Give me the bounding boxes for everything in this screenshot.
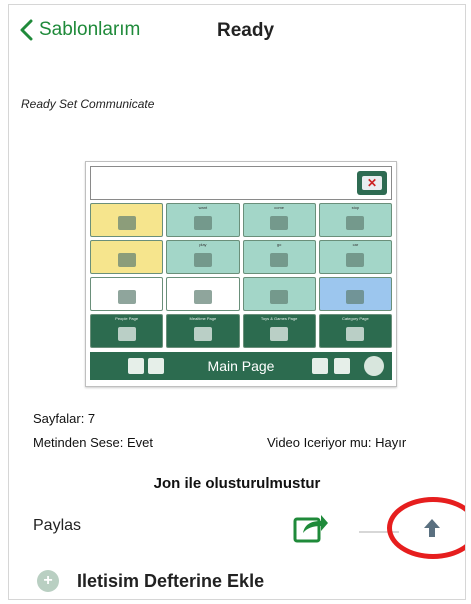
symbol-cell: stop <box>318 203 392 237</box>
symbol-cell: Category Page <box>318 314 392 348</box>
message-bar: ✕ <box>90 166 392 200</box>
clear-icon: ✕ <box>357 171 387 195</box>
back-button[interactable]: Sablonlarım <box>19 19 140 41</box>
plus-circle-icon: + <box>37 570 59 592</box>
share-icon[interactable] <box>293 511 329 543</box>
symbol-picture <box>117 327 136 341</box>
symbol-picture <box>193 290 212 304</box>
symbol-picture <box>270 253 289 267</box>
symbol-grid: want come stop play go car People Page Mealtime… <box>90 200 392 352</box>
book-icon <box>334 358 350 374</box>
symbol-cell <box>90 240 164 274</box>
symbol-cell-label: stop <box>351 205 360 210</box>
next-page-icon <box>364 356 384 376</box>
symbol-cell: come <box>242 203 316 237</box>
symbol-cell <box>90 203 164 237</box>
symbol-cell-label: want <box>198 205 208 210</box>
symbol-picture <box>117 290 136 304</box>
highlight-circle <box>387 497 465 559</box>
symbol-cell-label: play <box>199 242 207 247</box>
preview-bottom-bar: Main Page <box>90 352 392 380</box>
symbol-cell-label: People Page <box>115 316 139 321</box>
symbol-picture <box>346 327 365 341</box>
symbol-picture <box>346 216 365 230</box>
created-by: Jon ile olusturulmustur <box>153 475 321 492</box>
symbol-picture <box>270 327 289 341</box>
symbol-picture <box>193 327 212 341</box>
symbol-cell <box>166 277 240 311</box>
symbol-picture <box>346 253 365 267</box>
pages-count: Sayfalar: 7 <box>33 411 96 426</box>
app-screen: Sablonlarım Ready Ready Set Communicate … <box>8 4 466 600</box>
symbol-cell: want <box>166 203 240 237</box>
symbol-cell: People Page <box>90 314 164 348</box>
symbol-picture <box>270 290 289 304</box>
symbol-cell: Toys & Games Page <box>242 314 316 348</box>
add-to-communication-book-button[interactable]: + Iletisim Defterine Ekle <box>37 570 264 592</box>
symbol-picture <box>270 216 289 230</box>
symbol-picture <box>117 253 136 267</box>
symbol-cell: play <box>166 240 240 274</box>
symbol-cell: car <box>318 240 392 274</box>
symbol-picture <box>117 216 136 230</box>
symbol-cell: go <box>242 240 316 274</box>
symbol-picture <box>193 253 212 267</box>
template-preview: ✕ want come stop play go car People Page Mealti… <box>85 161 397 387</box>
template-subtitle: Ready Set Communicate <box>21 97 155 111</box>
symbol-cell-label: go <box>276 242 282 247</box>
symbol-cell <box>318 277 392 311</box>
symbol-cell-label: Category Page <box>342 316 369 321</box>
share-label: Paylas <box>33 517 82 534</box>
video-info: Video Iceriyor mu: Hayır <box>267 435 407 450</box>
symbol-cell-label: Mealtime Page <box>189 316 217 321</box>
symbol-cell <box>90 277 164 311</box>
symbol-cell <box>242 277 316 311</box>
keyboard-icon <box>312 358 328 374</box>
tts-info: Metinden Sese: Evet <box>33 435 153 450</box>
add-label: Iletisim Defterine Ekle <box>77 570 265 591</box>
symbol-picture <box>346 290 365 304</box>
symbol-picture <box>193 216 212 230</box>
navigation-bar: Sablonlarım Ready <box>9 5 465 57</box>
page-title: Ready <box>217 20 275 41</box>
chevron-left-icon <box>20 19 33 41</box>
back-label: Sablonlarım <box>39 19 141 40</box>
symbol-cell-label: Toys & Games Page <box>260 316 298 321</box>
symbol-cell-label: car <box>352 242 359 247</box>
symbol-cell-label: come <box>274 205 285 210</box>
symbol-cell: Mealtime Page <box>166 314 240 348</box>
